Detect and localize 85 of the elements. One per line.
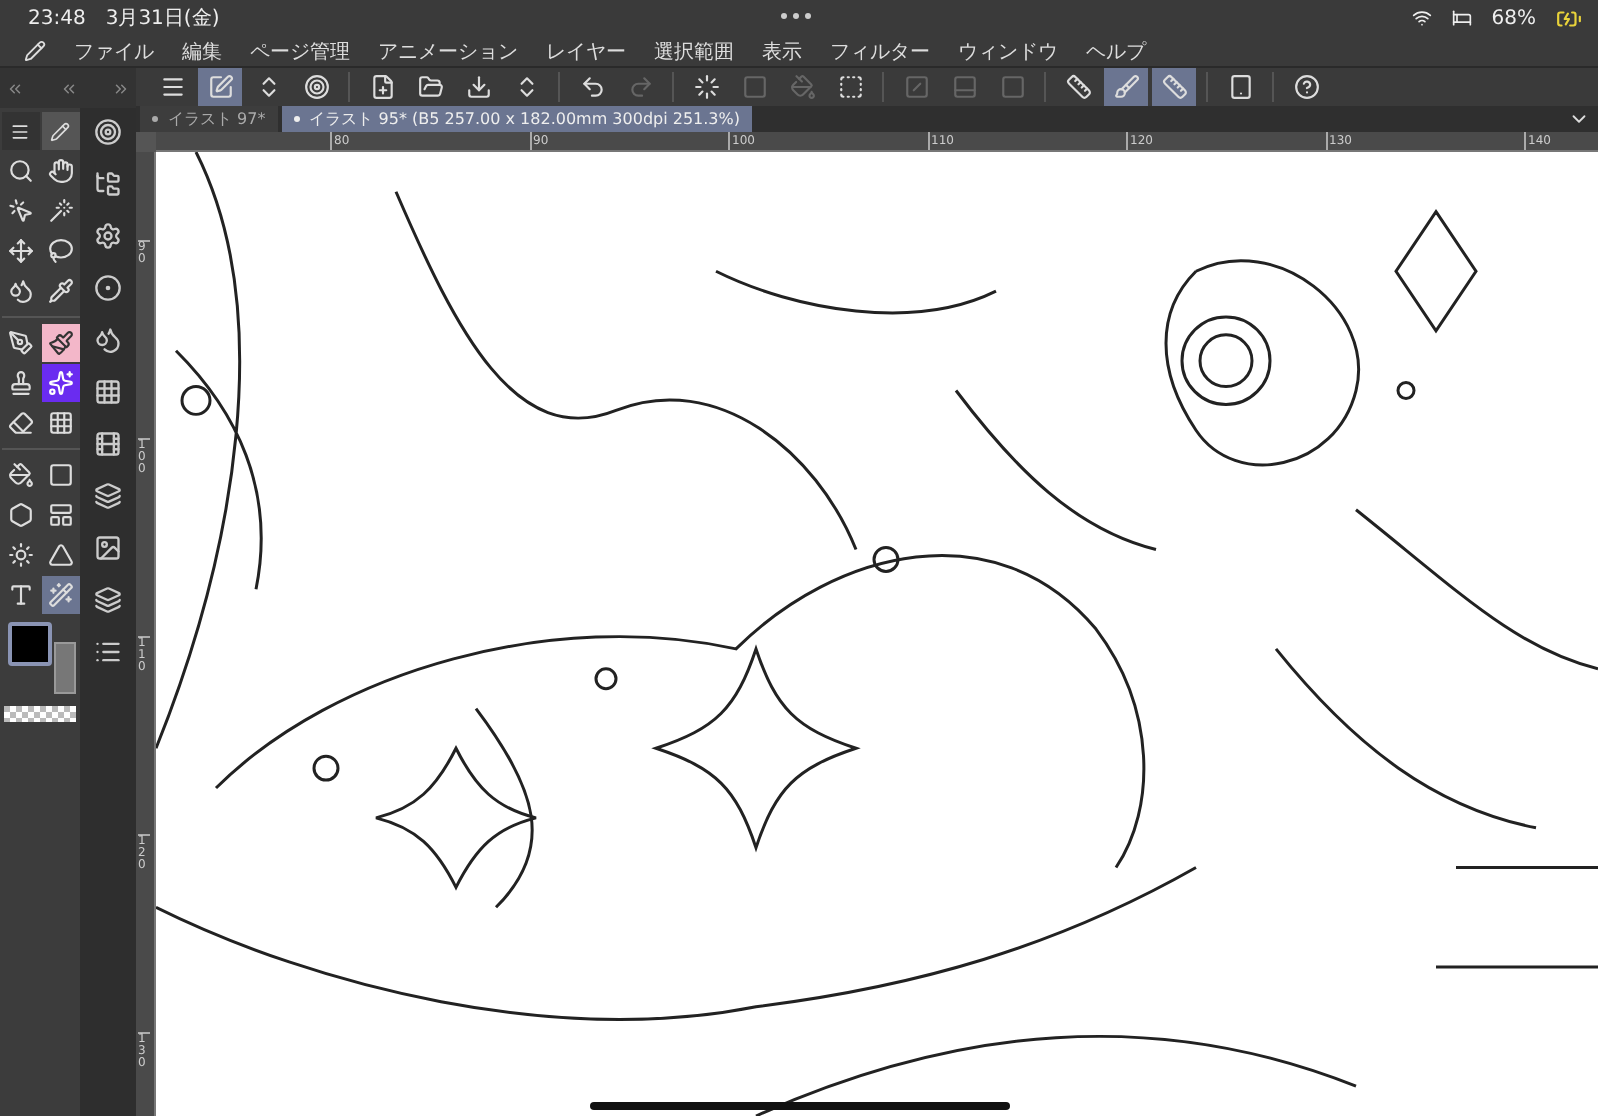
menu-item[interactable]: ファイル xyxy=(74,37,154,65)
eyedropper-icon xyxy=(47,278,73,304)
dashed-square-icon xyxy=(837,74,863,100)
expand-icon[interactable] xyxy=(112,79,130,97)
menu-item[interactable]: フィルター xyxy=(830,37,930,65)
square-icon xyxy=(741,74,767,100)
gear-icon[interactable] xyxy=(94,222,122,250)
dotted-circle-icon xyxy=(693,74,719,100)
dot-icon xyxy=(293,116,300,122)
ruler-icon xyxy=(1161,74,1187,100)
menu-item[interactable]: ページ管理 xyxy=(250,37,350,65)
bucket-icon xyxy=(789,74,815,100)
menu-item[interactable]: 編集 xyxy=(182,37,222,65)
slashed-square-icon xyxy=(903,74,929,100)
ruler-icon xyxy=(1065,74,1091,100)
triangle-icon xyxy=(47,542,73,568)
drops-icon xyxy=(7,278,33,304)
layers-icon[interactable] xyxy=(94,586,122,614)
collapse-icon[interactable] xyxy=(6,79,24,97)
battery-icon xyxy=(1556,5,1582,31)
menu-item[interactable]: ヘルプ xyxy=(1086,37,1146,65)
target-icon[interactable] xyxy=(94,118,122,146)
app-logo-icon[interactable] xyxy=(24,40,46,62)
menu-icon xyxy=(159,74,185,100)
collapse-icon[interactable] xyxy=(59,79,77,97)
search-icon xyxy=(7,158,33,184)
paintbrush-icon xyxy=(47,330,73,356)
list-icon[interactable] xyxy=(94,638,122,666)
sub-color-swatch[interactable] xyxy=(54,642,76,694)
tool-button[interactable] xyxy=(41,324,79,362)
download-icon xyxy=(465,74,491,100)
bucket-icon xyxy=(7,462,33,488)
film-icon[interactable] xyxy=(94,430,122,458)
panel-layout-icon xyxy=(47,502,73,528)
square-icon xyxy=(999,74,1025,100)
burst-icon xyxy=(7,542,33,568)
pencil-icon[interactable] xyxy=(50,121,70,141)
document-tab[interactable]: イラスト 95* (B5 257.00 x 182.00mm 300dpi 251.3%) xyxy=(281,106,752,132)
menu-item[interactable]: 表示 xyxy=(762,37,802,65)
menu-item[interactable]: アニメーション xyxy=(378,37,518,65)
half-square-icon xyxy=(951,74,977,100)
battery-percent: 68% xyxy=(1491,7,1536,29)
undo-icon xyxy=(579,74,605,100)
dot-icon xyxy=(152,116,158,122)
hand-icon xyxy=(47,158,73,184)
circle-dot-icon[interactable] xyxy=(94,274,122,302)
move-icon xyxy=(7,238,33,264)
text-icon xyxy=(7,582,33,608)
clock-time: 23:48 xyxy=(28,7,86,29)
tool-button[interactable] xyxy=(41,364,79,402)
eraser-icon xyxy=(7,410,33,436)
menu-item[interactable]: ウィンドウ xyxy=(958,37,1058,65)
tablet-icon xyxy=(1227,74,1253,100)
pen-nib-icon xyxy=(7,330,33,356)
menu-item[interactable]: 選択範囲 xyxy=(654,37,734,65)
layers-icon[interactable] xyxy=(94,482,122,510)
sparkles-icon xyxy=(47,370,73,396)
tree-icon[interactable] xyxy=(94,170,122,198)
redo-icon xyxy=(627,74,653,100)
help-icon xyxy=(1293,74,1319,100)
folder-icon xyxy=(417,74,443,100)
grid-icon xyxy=(47,410,73,436)
image-icon[interactable] xyxy=(94,534,122,562)
multitask-dots-icon[interactable] xyxy=(780,12,812,20)
sparkle-wand-icon xyxy=(47,582,73,608)
grid-icon[interactable] xyxy=(94,378,122,406)
target-icon xyxy=(303,74,329,100)
document-tab[interactable]: イラスト 97* xyxy=(140,106,278,132)
stamp-icon xyxy=(7,370,33,396)
lasso-icon xyxy=(47,238,73,264)
bed-icon xyxy=(1451,8,1472,28)
pointer-icon xyxy=(7,198,33,224)
brush-icon xyxy=(1113,74,1139,100)
main-color-swatch[interactable] xyxy=(8,622,52,666)
transparent-color-swatch[interactable] xyxy=(4,706,76,722)
list-icon[interactable] xyxy=(10,121,30,141)
status-date: 3月31日(金) xyxy=(105,6,220,32)
new-file-icon xyxy=(369,74,395,100)
wifi-icon xyxy=(1411,8,1432,28)
menu-item[interactable]: レイヤー xyxy=(546,37,626,65)
tool-button[interactable] xyxy=(41,576,79,614)
magic-wand-icon xyxy=(47,198,73,224)
drops-icon[interactable] xyxy=(94,326,122,354)
hexagon-icon xyxy=(7,502,33,528)
pen-square-icon xyxy=(207,74,233,100)
